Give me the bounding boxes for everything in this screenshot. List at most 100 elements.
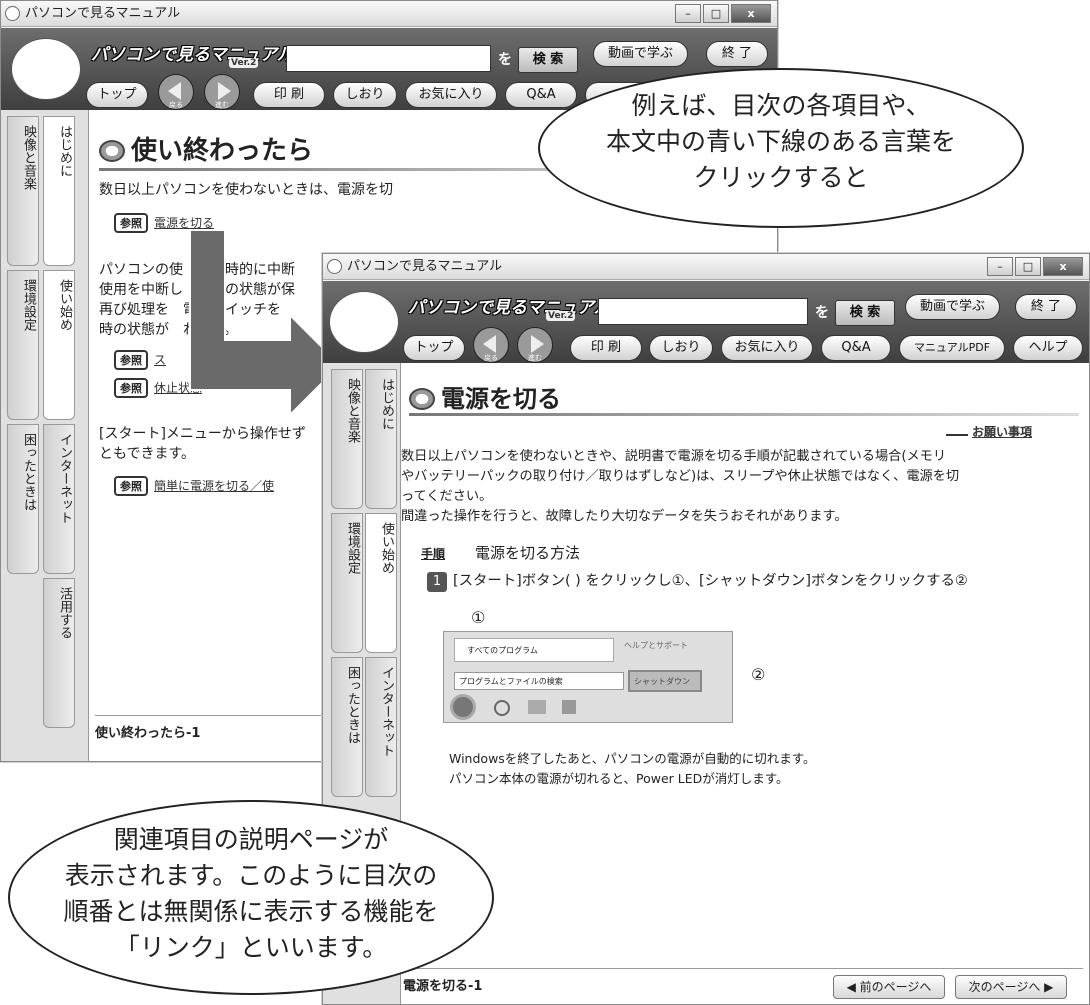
procedure-title: 電源を切る方法 bbox=[475, 544, 581, 562]
title-underline bbox=[409, 413, 1079, 416]
callout-1: ① bbox=[471, 608, 486, 627]
procedure-heading: 手順 電源を切る方法 bbox=[421, 543, 580, 564]
tab-internet[interactable]: インターネット bbox=[365, 657, 397, 797]
reference-badge: 参照 bbox=[114, 378, 148, 398]
qa-button[interactable]: Q&A bbox=[821, 335, 891, 361]
top-button[interactable]: トップ bbox=[86, 82, 148, 108]
logo: パソコンで見るマニュアル Ver.2 bbox=[408, 293, 611, 321]
stage: パソコンで見るマニュアル – □ x パソコンで見るマニュアル Ver.2 を 検… bbox=[0, 0, 1090, 1005]
title-bar: パソコンで見るマニュアル – □ x bbox=[323, 254, 1089, 280]
page-title-text: 使い終わったら bbox=[131, 136, 314, 166]
para2-line: Windowsを終了したあと、パソコンの電源が自動的に切れます。 bbox=[449, 751, 816, 766]
page-title: 使い終わったら bbox=[99, 130, 313, 167]
tab-getting-started[interactable]: 使い始め bbox=[43, 270, 75, 420]
speech-bubble-top: 例えば、目次の各項目や、 本文中の青い下線のある言葉を クリックすると bbox=[538, 68, 1024, 228]
app-icon bbox=[327, 259, 342, 274]
para3-line-1: [スタート]メニューから操作せず bbox=[99, 426, 306, 442]
step-1: 1 [スタート]ボタン( ) をクリックし①、[シャットダウン]ボタンをクリックす… bbox=[427, 571, 968, 592]
video-button[interactable]: 動画で学ぶ bbox=[905, 294, 1000, 320]
forward-nav-button[interactable]: 進む bbox=[517, 327, 553, 363]
back-nav-button[interactable]: 戻る bbox=[158, 74, 194, 110]
front-content: 電源を切る お願い事項 数日以上パソコンを使わないときや、説明書で電源を切る手順… bbox=[401, 363, 1089, 1004]
forward-nav-button[interactable]: 進む bbox=[204, 74, 240, 110]
paragraph-1: 数日以上パソコンを使わないときや、説明書で電源を切る手順が記載されている場合(メ… bbox=[401, 447, 959, 527]
forward-caption: 進む bbox=[528, 354, 542, 362]
search-suffix: を bbox=[498, 52, 512, 68]
reference-link-text[interactable]: 簡単に電源を切る／使 bbox=[154, 479, 274, 493]
tab-settings[interactable]: 環境設定 bbox=[7, 270, 39, 420]
close-button[interactable]: x bbox=[731, 4, 771, 23]
page-title-text: 電源を切る bbox=[441, 385, 561, 413]
tab-trouble[interactable]: 困ったときは bbox=[331, 657, 363, 797]
favorites-button[interactable]: お気に入り bbox=[405, 82, 497, 108]
maximize-button[interactable]: □ bbox=[703, 4, 729, 23]
bubble-bottom-line: 表示されます。このように目次の bbox=[64, 861, 438, 890]
minimize-button[interactable]: – bbox=[675, 4, 701, 23]
back-arrow-icon bbox=[483, 335, 496, 353]
logo-text: パソコンで見るマニュアル bbox=[91, 45, 294, 65]
prev-page-button[interactable]: ◀ 前のページへ bbox=[833, 975, 945, 999]
maximize-button[interactable]: □ bbox=[1015, 257, 1041, 276]
bookmark-button[interactable]: しおり bbox=[649, 335, 713, 361]
next-page-button[interactable]: 次のページへ ▶ bbox=[955, 975, 1067, 999]
tab-av[interactable]: 映像と音楽 bbox=[331, 369, 363, 509]
search-input[interactable] bbox=[286, 45, 491, 72]
search-input[interactable] bbox=[598, 298, 808, 325]
tab-hajimeni[interactable]: はじめに bbox=[365, 369, 397, 509]
forward-arrow-icon bbox=[218, 82, 231, 100]
reference-link[interactable]: 参照ス bbox=[114, 350, 166, 370]
bubble-top-line: 例えば、目次の各項目や、 bbox=[631, 91, 931, 120]
help-button[interactable]: ヘルプ bbox=[1013, 335, 1083, 361]
back-caption: 戻る bbox=[484, 354, 498, 362]
notice-link-text[interactable]: お願い事項 bbox=[972, 425, 1032, 439]
paragraph-1: 数日以上パソコンを使わないときは、電源を切 bbox=[99, 182, 393, 198]
tab-getting-started[interactable]: 使い始め bbox=[365, 513, 397, 653]
video-button[interactable]: 動画で学ぶ bbox=[593, 41, 688, 67]
exit-button[interactable]: 終 了 bbox=[1015, 294, 1077, 320]
speech-bubble-bottom: 関連項目の説明ページが 表示されます。このように目次の 順番とは無関係に表示する… bbox=[8, 800, 494, 995]
media-icon bbox=[562, 700, 576, 714]
forward-arrow-icon bbox=[531, 335, 544, 353]
back-nav-button[interactable]: 戻る bbox=[473, 327, 509, 363]
bookmark-button[interactable]: しおり bbox=[333, 82, 397, 108]
search-suffix: を bbox=[815, 305, 829, 321]
exit-button[interactable]: 終 了 bbox=[706, 41, 768, 67]
tab-internet[interactable]: インターネット bbox=[43, 424, 75, 574]
minimize-button[interactable]: – bbox=[987, 257, 1013, 276]
notice-icon bbox=[946, 426, 968, 436]
print-button[interactable]: 印 刷 bbox=[253, 82, 325, 108]
para3-line-2: ともできます。 bbox=[99, 446, 196, 462]
favorites-button[interactable]: お気に入り bbox=[721, 335, 813, 361]
close-button[interactable]: x bbox=[1043, 257, 1083, 276]
tab-hajimeni[interactable]: はじめに bbox=[43, 116, 75, 266]
manual-pdf-button[interactable]: マニュアルPDF bbox=[899, 335, 1005, 361]
tab-advanced[interactable]: 活用する bbox=[43, 578, 75, 728]
search-button[interactable]: 検 索 bbox=[518, 47, 578, 73]
notice-link[interactable]: お願い事項 bbox=[946, 423, 1032, 440]
reference-badge: 参照 bbox=[114, 476, 148, 496]
tab-trouble[interactable]: 困ったときは bbox=[7, 424, 39, 574]
step-number-badge: 1 bbox=[427, 572, 447, 592]
mascot-icon bbox=[329, 291, 399, 353]
tab-av[interactable]: 映像と音楽 bbox=[7, 116, 39, 266]
bubble-top-line: クリックすると bbox=[693, 163, 869, 192]
sidebar: 映像と音楽 はじめに 環境設定 使い始め 困ったときは インターネット 活用する bbox=[1, 110, 89, 761]
paragraph-3: [スタート]メニューから操作せず ともできます。 bbox=[99, 424, 306, 464]
heading-icon bbox=[99, 140, 125, 162]
forward-caption: 進む bbox=[215, 101, 229, 109]
para1-line: 間違った操作を行うと、故障したり大切なデータを失うおそれがあります。 bbox=[401, 509, 848, 524]
shutdown-button: シャットダウン bbox=[628, 670, 702, 692]
logo-version: Ver.2 bbox=[229, 58, 259, 68]
search-button[interactable]: 検 索 bbox=[835, 300, 895, 326]
reference-link[interactable]: 参照 簡単に電源を切る／使 bbox=[114, 476, 274, 496]
folder-icon bbox=[528, 700, 546, 714]
tab-settings[interactable]: 環境設定 bbox=[331, 513, 363, 653]
toolbar: パソコンで見るマニュアル Ver.2 を 検 索 動画で学ぶ 終 了 トップ 戻る… bbox=[323, 281, 1089, 363]
reference-link-text[interactable]: ス bbox=[154, 353, 166, 367]
logo: パソコンで見るマニュアル Ver.2 bbox=[91, 40, 294, 68]
print-button[interactable]: 印 刷 bbox=[570, 335, 642, 361]
bubble-top-line: 本文中の青い下線のある言葉を bbox=[605, 127, 956, 156]
help-support-item: ヘルプとサポート bbox=[624, 641, 688, 650]
back-caption: 戻る bbox=[169, 101, 183, 109]
top-button[interactable]: トップ bbox=[403, 335, 465, 361]
